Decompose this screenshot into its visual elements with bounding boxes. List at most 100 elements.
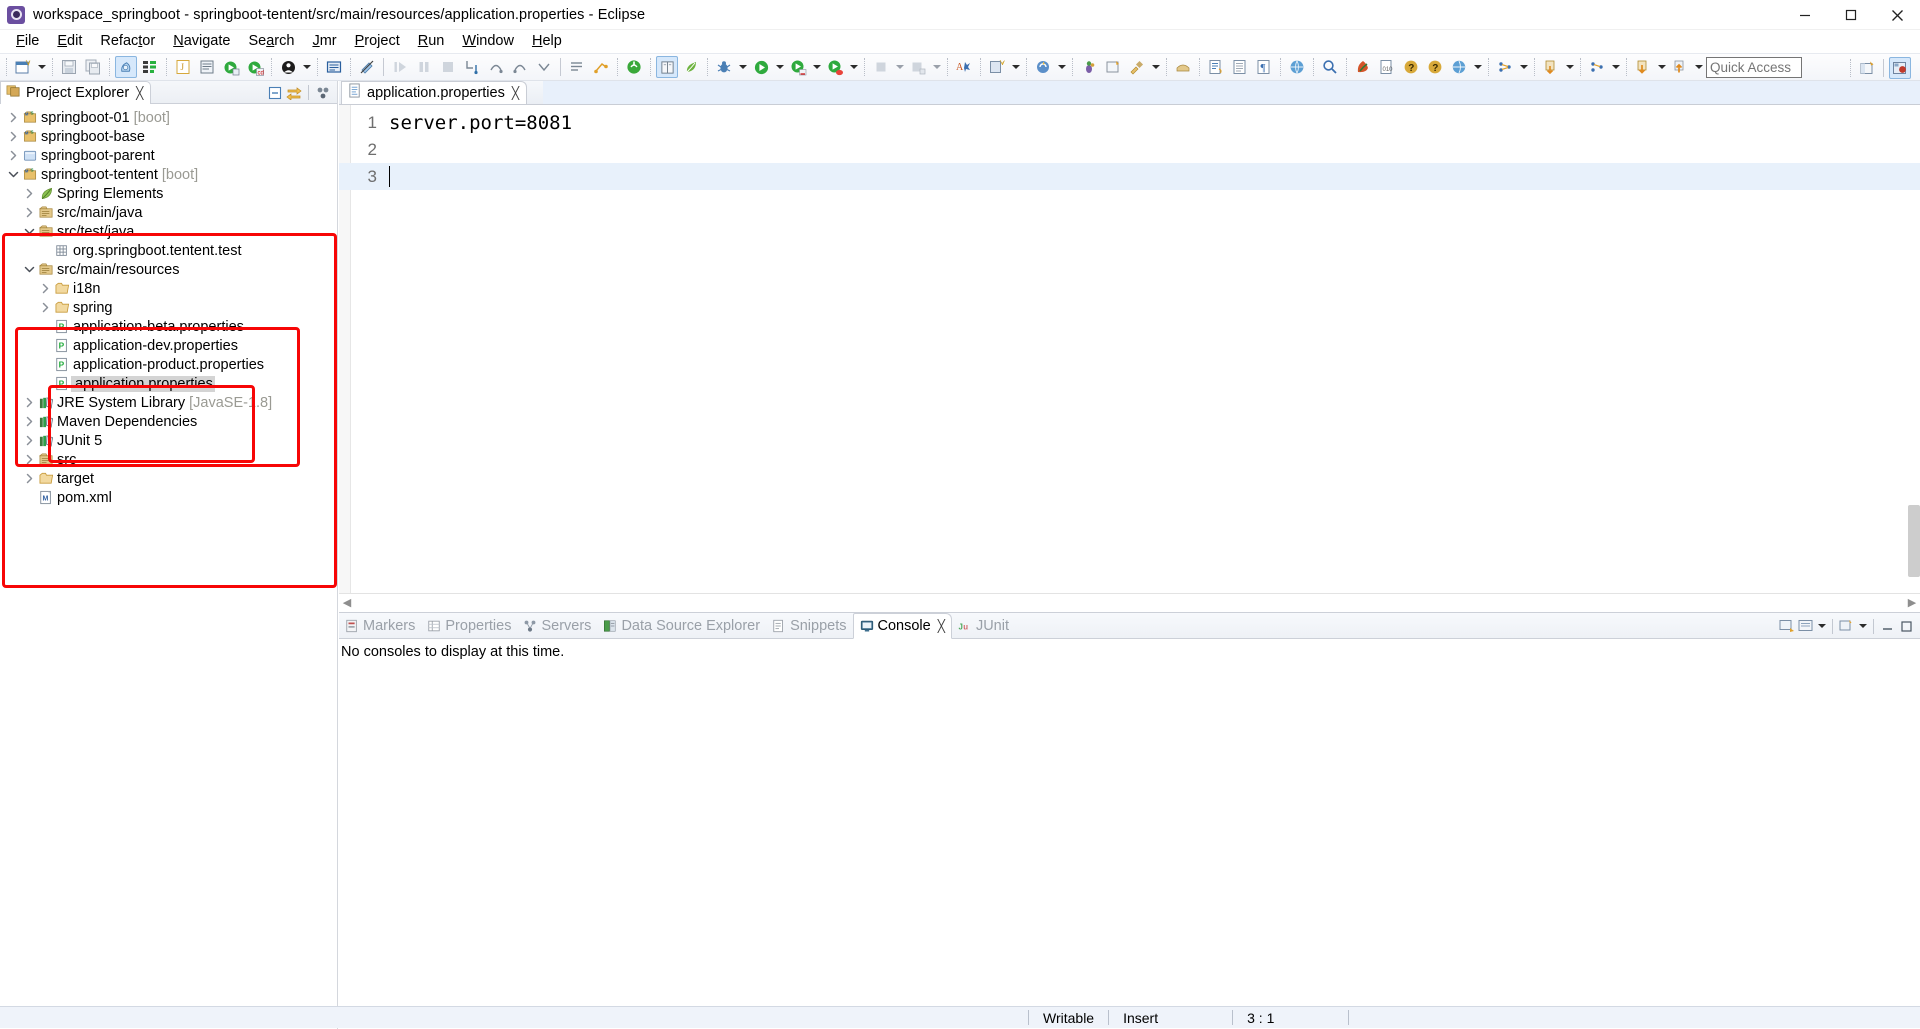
- bottom-tab-markers[interactable]: Markers: [339, 613, 421, 639]
- project-tree[interactable]: MSspringboot-01[boot]MSspringboot-basesp…: [0, 105, 337, 1029]
- download-dropdown-icon[interactable]: [1655, 56, 1668, 78]
- suspend-icon[interactable]: [413, 56, 435, 78]
- run-dropdown-icon[interactable]: [773, 56, 786, 78]
- close-icon[interactable]: ╳: [512, 86, 519, 100]
- menu-jmr[interactable]: Jmr: [303, 30, 345, 53]
- previous-edit-dropdown-icon[interactable]: [1563, 56, 1576, 78]
- tree-item[interactable]: Spring Elements: [0, 184, 337, 203]
- new-console-dropdown-icon[interactable]: [1856, 615, 1869, 637]
- code-line[interactable]: 3: [339, 163, 1920, 190]
- close-button[interactable]: [1874, 0, 1920, 30]
- open-perspective-icon[interactable]: [1856, 57, 1878, 79]
- text-editor[interactable]: 1server.port=808123: [339, 105, 1920, 593]
- scroll-right-icon[interactable]: ▶: [1904, 596, 1920, 609]
- tree-item[interactable]: Papplication-dev.properties: [0, 336, 337, 355]
- open-console-icon[interactable]: [1777, 617, 1796, 636]
- java-ee-perspective-icon[interactable]: [1889, 57, 1911, 79]
- maximize-button[interactable]: [1828, 0, 1874, 30]
- stop-icon[interactable]: [870, 56, 892, 78]
- view-menu-icon[interactable]: [314, 83, 333, 102]
- code-line[interactable]: 2: [339, 136, 1920, 163]
- menu-file[interactable]: File: [7, 30, 48, 53]
- spring-boot-dashboard-icon[interactable]: [623, 56, 645, 78]
- sync-icon[interactable]: [1032, 56, 1054, 78]
- tree-item[interactable]: src: [0, 450, 337, 469]
- profile-icon[interactable]: [824, 56, 846, 78]
- tree-item[interactable]: src/main/resources: [0, 260, 337, 279]
- chevron-right-icon[interactable]: [37, 283, 53, 294]
- menu-run[interactable]: Run: [409, 30, 454, 53]
- run-as-icon[interactable]: [220, 56, 242, 78]
- help-search-icon[interactable]: ?: [1424, 56, 1446, 78]
- debug-bug-icon[interactable]: [713, 56, 735, 78]
- chevron-right-icon[interactable]: [21, 435, 37, 446]
- display-selected-console-icon[interactable]: [1796, 617, 1815, 636]
- display-console-dropdown-icon[interactable]: [1815, 615, 1828, 637]
- deploy-icon[interactable]: [1172, 56, 1194, 78]
- new-file-wizard-icon[interactable]: [986, 56, 1008, 78]
- maximize-view-icon[interactable]: [1897, 617, 1916, 636]
- tab-application-properties[interactable]: application.properties ╳: [341, 81, 527, 105]
- open-web-browser-icon[interactable]: [1286, 56, 1308, 78]
- chevron-right-icon[interactable]: [21, 188, 37, 199]
- step-over-icon[interactable]: [485, 56, 507, 78]
- upload-icon[interactable]: [1669, 56, 1691, 78]
- upload-dropdown-icon[interactable]: [1692, 56, 1705, 78]
- spring-leaf-toolbar-icon[interactable]: [680, 56, 702, 78]
- collapse-all-icon[interactable]: [265, 83, 284, 102]
- help-contents-icon[interactable]: ?: [1400, 56, 1422, 78]
- drop-to-frame-icon[interactable]: [533, 56, 555, 78]
- open-book-icon[interactable]: [656, 56, 678, 78]
- run-history-dropdown-icon[interactable]: [300, 56, 313, 78]
- chevron-right-icon[interactable]: [37, 302, 53, 313]
- browser-dropdown-icon[interactable]: [1471, 56, 1484, 78]
- tree-item[interactable]: JUnit 5: [0, 431, 337, 450]
- new-file-dropdown-icon[interactable]: [1009, 56, 1022, 78]
- show-whitespace-icon[interactable]: [1229, 56, 1251, 78]
- chevron-down-icon[interactable]: [21, 227, 37, 236]
- external-tools-icon[interactable]: [323, 56, 345, 78]
- search-icon[interactable]: [1319, 56, 1341, 78]
- bottom-tab-properties[interactable]: Properties: [421, 613, 517, 639]
- last-edit-dropdown-icon[interactable]: [1609, 56, 1622, 78]
- step-into-icon[interactable]: [461, 56, 483, 78]
- stop-dropdown-icon[interactable]: [893, 56, 906, 78]
- editor-lines[interactable]: 1server.port=808123: [339, 105, 1920, 190]
- tree-item[interactable]: org.springboot.tentent.test: [0, 241, 337, 260]
- tree-item[interactable]: target: [0, 469, 337, 488]
- save-all-icon[interactable]: [82, 56, 104, 78]
- scroll-left-icon[interactable]: ◀: [339, 596, 355, 609]
- open-perspective-small-icon[interactable]: [1102, 56, 1124, 78]
- bottom-tab-snippets[interactable]: Snippets: [766, 613, 852, 639]
- next-annotation-dropdown-icon[interactable]: [1517, 56, 1530, 78]
- menu-refactor[interactable]: Refactor: [91, 30, 164, 53]
- resume-icon[interactable]: [389, 56, 411, 78]
- menu-help[interactable]: Help: [523, 30, 571, 53]
- run-config-dropdown-icon[interactable]: [810, 56, 823, 78]
- tree-item[interactable]: Maven Dependencies: [0, 412, 337, 431]
- new-console-view-icon[interactable]: [1837, 617, 1856, 636]
- tree-item[interactable]: MSspringboot-tentent[boot]: [0, 165, 337, 184]
- minimize-view-icon[interactable]: [1878, 617, 1897, 636]
- chevron-right-icon[interactable]: [5, 150, 21, 161]
- run-history-icon[interactable]: [277, 56, 299, 78]
- new-java-class-icon[interactable]: J: [172, 56, 194, 78]
- bottom-tab-console[interactable]: Console╳: [853, 613, 952, 639]
- chevron-right-icon[interactable]: [21, 397, 37, 408]
- run-config-icon[interactable]: [787, 56, 809, 78]
- chevron-right-icon[interactable]: [21, 416, 37, 427]
- menu-edit[interactable]: Edit: [48, 30, 91, 53]
- sync-dropdown-icon[interactable]: [1055, 56, 1068, 78]
- properties-editor-toolbar-icon[interactable]: 010: [1376, 56, 1398, 78]
- chevron-right-icon[interactable]: [5, 131, 21, 142]
- spring-boot-icon[interactable]: [1352, 56, 1374, 78]
- link-with-editor-icon[interactable]: [284, 83, 303, 102]
- minimize-button[interactable]: [1782, 0, 1828, 30]
- terminate-icon[interactable]: [437, 56, 459, 78]
- tree-item[interactable]: Mpom.xml: [0, 488, 337, 507]
- chevron-right-icon[interactable]: [5, 112, 21, 123]
- build-icon[interactable]: [907, 56, 929, 78]
- tree-item[interactable]: Papplication.properties: [0, 374, 337, 393]
- bottom-tab-junit[interactable]: JuJUnit: [952, 613, 1015, 639]
- tree-item[interactable]: Papplication-product.properties: [0, 355, 337, 374]
